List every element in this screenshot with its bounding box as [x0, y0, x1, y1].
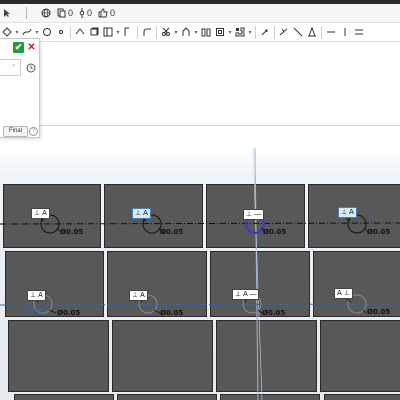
grid-cell	[117, 394, 217, 400]
gdt-datum: ⊥	[343, 290, 350, 297]
cut-icon[interactable]	[159, 24, 173, 40]
split-icon[interactable]	[324, 24, 338, 40]
gdt-frame[interactable]: ⊥ A	[129, 290, 148, 301]
gdt-frame[interactable]: A ⊥	[334, 288, 353, 299]
commit-icon	[79, 8, 85, 18]
hole-dimension[interactable]: Ø0.05	[57, 309, 80, 317]
gdt-symbol: ⊥	[30, 291, 37, 299]
hole-dimension[interactable]: Ø0.05	[60, 228, 83, 236]
hole-dimension[interactable]: Ø0.05	[262, 309, 285, 317]
history-icon[interactable]	[26, 60, 36, 78]
gdt-frame[interactable]: ⊥ A	[132, 208, 151, 219]
sweep-icon[interactable]	[277, 24, 291, 40]
fillet-icon[interactable]	[140, 24, 154, 40]
grid-cell	[107, 251, 207, 317]
toolbar-divider	[70, 25, 71, 39]
gdt-datum: A —	[243, 291, 257, 298]
documents-count: 0	[68, 8, 74, 18]
accept-button[interactable]: ✔	[13, 42, 24, 53]
grid-cell	[210, 251, 310, 317]
plane-icon[interactable]	[352, 24, 366, 40]
gdt-datum: —	[254, 211, 262, 218]
construction-icon[interactable]	[73, 24, 87, 40]
gdt-frame[interactable]: ⊥ A	[338, 207, 357, 218]
point-icon[interactable]	[54, 24, 68, 40]
feature-dialog: ✔ ✕ » Final ?	[0, 38, 40, 138]
app-window: 0 0 0 ▾ ▾ ▾ ▾ ▾ ▾ ▾ ✔ ✕ » Final ? ⊥ A Ø0…	[0, 0, 400, 400]
gdt-datum: A	[349, 209, 354, 216]
cursor-icon[interactable]	[2, 8, 12, 18]
reference-line	[37, 125, 400, 126]
chamfer-icon[interactable]	[291, 24, 305, 40]
workspace-area	[0, 42, 400, 126]
hole-dimension[interactable]: Ø0.05	[263, 228, 286, 236]
view-label-front: Front	[27, 308, 44, 315]
toolbar-divider	[255, 25, 256, 39]
gdt-datum: A	[140, 292, 145, 299]
gdt-datum: A	[42, 210, 47, 217]
hole-dimension[interactable]: Ø0.05	[367, 308, 390, 316]
grid-cell	[112, 320, 213, 392]
likes-count: 0	[110, 8, 116, 18]
grid-cell	[220, 394, 320, 400]
gdt-frame[interactable]: ⊥ —	[243, 209, 265, 220]
gdt-frame[interactable]: ⊥ A	[27, 290, 46, 301]
grid-cell	[14, 394, 114, 400]
grid-cell	[216, 320, 317, 392]
gdt-symbol: A	[337, 289, 342, 297]
documents-icon	[57, 8, 66, 18]
grid-cell	[320, 320, 400, 392]
likes-counter[interactable]: 0	[98, 8, 115, 18]
toolbar-divider	[321, 25, 322, 39]
help-icon[interactable]: ?	[29, 127, 38, 136]
gdt-frame[interactable]: ⊥ A	[31, 208, 50, 219]
grid-cell	[8, 320, 109, 392]
cancel-button[interactable]: ✕	[27, 42, 36, 53]
gdt-symbol: ⊥	[34, 209, 41, 217]
thumbs-up-icon	[98, 8, 108, 18]
hole-dimension[interactable]: Ø0.05	[367, 228, 390, 236]
grid-cell	[324, 394, 400, 400]
gdt-symbol: ⊥	[246, 210, 253, 218]
globe-icon[interactable]	[41, 8, 51, 18]
status-divider	[26, 7, 27, 19]
hole-dimension[interactable]: Ø0.05	[160, 228, 183, 236]
revolve-icon[interactable]	[199, 24, 213, 40]
gdt-symbol: ⊥	[235, 290, 242, 298]
mirror-icon[interactable]	[258, 24, 272, 40]
gdt-frame[interactable]: ⊥ A —	[232, 289, 260, 300]
gdt-datum: A	[143, 210, 148, 217]
circle-tool-icon[interactable]	[40, 24, 54, 40]
measure-icon[interactable]	[338, 24, 352, 40]
toolbar-divider	[274, 25, 275, 39]
pattern-icon[interactable]	[233, 24, 247, 40]
chevron-right-icon: »	[12, 63, 16, 69]
status-bar: 0 0 0	[0, 4, 400, 22]
final-button[interactable]: Final	[3, 126, 29, 137]
layout-icon[interactable]	[101, 24, 115, 40]
line-icon[interactable]	[121, 24, 135, 40]
selection-field[interactable]: »	[0, 59, 21, 76]
gdt-symbol: ⊥	[341, 208, 348, 216]
commits-counter[interactable]: 0	[79, 8, 92, 18]
shell-icon[interactable]	[213, 24, 227, 40]
box-icon[interactable]	[87, 24, 101, 40]
graphics-viewport[interactable]: ⊥ A Ø0.05 ⊥ A Ø0.05 ⊥ — Ø0.05 ⊥ A Ø0.05 …	[0, 148, 400, 400]
draft-icon[interactable]	[305, 24, 319, 40]
gdt-symbol: ⊥	[132, 291, 139, 299]
hole-dimension[interactable]: Ø0.05	[160, 309, 183, 317]
toolbar-divider	[156, 25, 157, 39]
chevron-down-icon[interactable]: ▾	[247, 29, 253, 36]
grid-cell	[3, 184, 101, 248]
extrude-icon[interactable]	[179, 24, 193, 40]
documents-counter[interactable]: 0	[57, 8, 73, 18]
grid-cell	[5, 251, 104, 317]
gdt-symbol: ⊥	[135, 209, 142, 217]
commits-count: 0	[87, 8, 93, 18]
feature-toolbar: ▾ ▾ ▾ ▾ ▾ ▾ ▾	[0, 22, 400, 42]
toolbar-divider	[137, 25, 138, 39]
gdt-datum: A	[38, 292, 43, 299]
grid-cell	[104, 184, 203, 248]
